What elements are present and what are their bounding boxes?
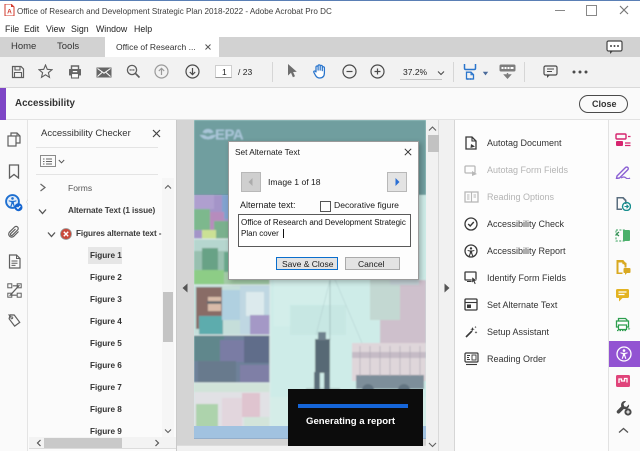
svg-text:A: A — [7, 9, 12, 16]
